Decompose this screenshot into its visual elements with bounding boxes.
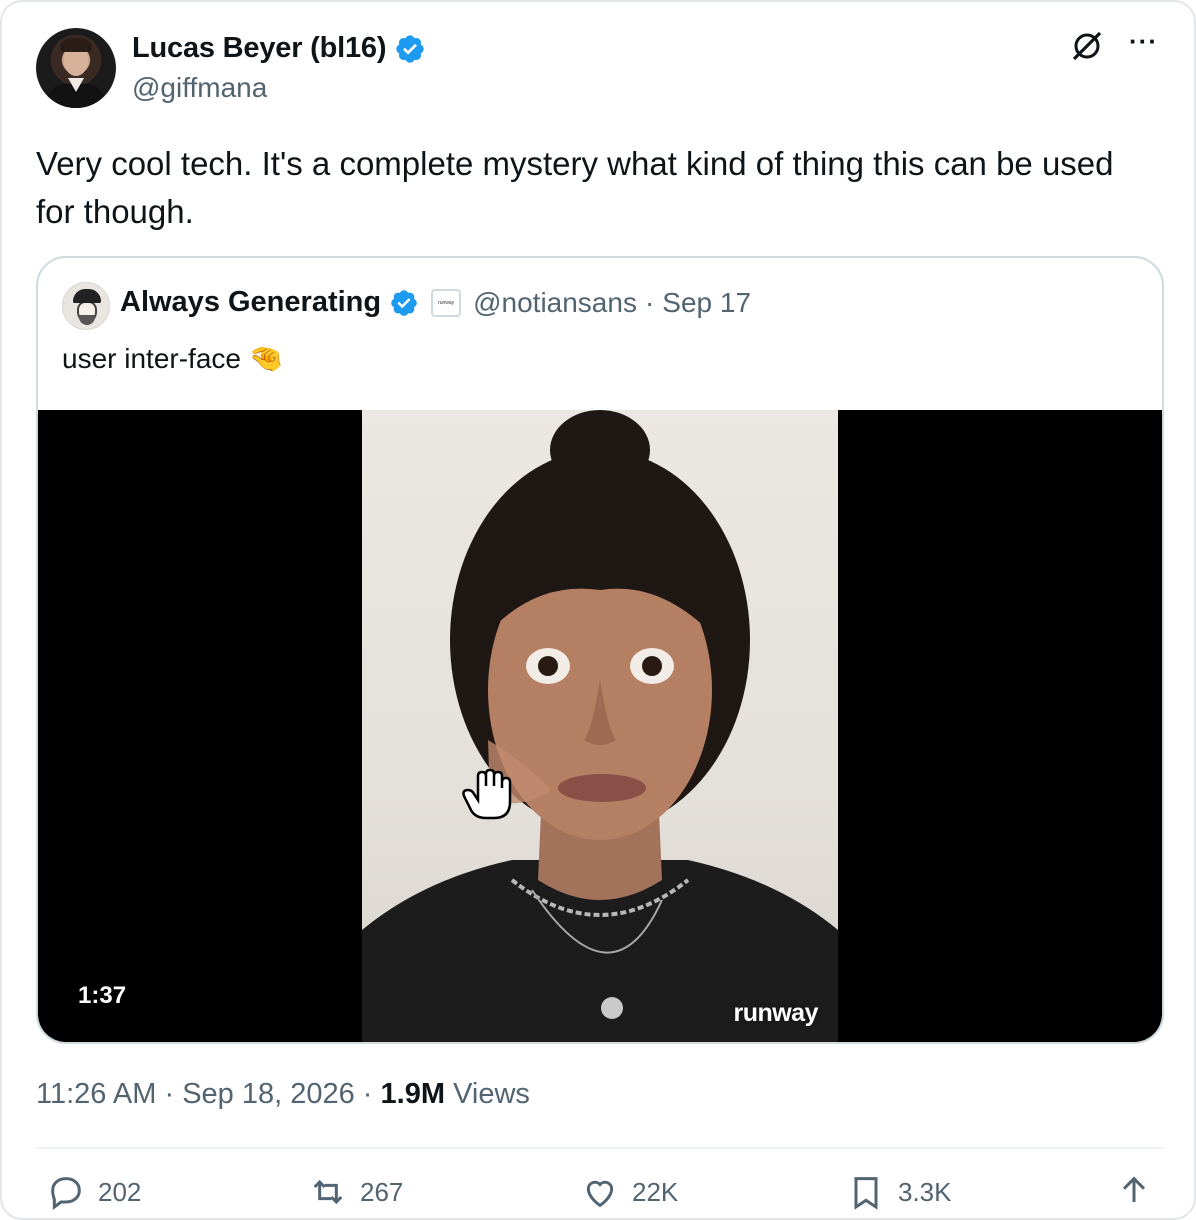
repost-button[interactable]: 267 — [308, 1172, 403, 1212]
top-right-icons: ··· — [1067, 26, 1158, 66]
verified-badge-icon — [391, 289, 417, 316]
quoted-tweet[interactable]: Always Generating runway @notiansans · S… — [36, 256, 1164, 1044]
video-player[interactable]: runway 1:37 — [38, 410, 1162, 1042]
views-label: Views — [453, 1078, 530, 1110]
divider — [36, 1147, 1164, 1149]
video-still-image — [362, 410, 838, 1042]
repost-icon — [313, 1179, 343, 1205]
bookmark-count: 3.3K — [898, 1176, 952, 1207]
quoted-text: user inter-face 🤏 — [62, 343, 284, 374]
tweet-meta: 11:26 AM · Sep 18, 2026 · 1.9M Views — [36, 1078, 530, 1111]
like-button[interactable]: 22K — [580, 1172, 678, 1212]
share-button[interactable] — [1114, 1172, 1154, 1212]
quoted-separator: · — [644, 286, 655, 318]
reply-button[interactable]: 202 — [46, 1172, 141, 1212]
repost-count: 267 — [360, 1176, 404, 1207]
author-name-row: Lucas Beyer (bl16) — [132, 32, 426, 65]
like-icon — [586, 1180, 614, 1208]
quoted-date[interactable]: Sep 17 — [662, 287, 751, 319]
quoted-header: Always Generating runway @notiansans · S… — [120, 286, 751, 319]
tweet-text: Very cool tech. It's a complete mystery … — [36, 145, 1114, 230]
meta-separator: · — [164, 1078, 175, 1110]
share-icon — [1122, 1176, 1146, 1202]
like-count: 22K — [632, 1176, 679, 1207]
reply-icon — [51, 1177, 81, 1210]
action-bar: 202 267 22K 3.3K — [36, 1172, 1164, 1212]
video-frame[interactable]: runway — [362, 410, 838, 1042]
video-duration: 1:37 — [78, 982, 127, 1009]
video-watermark: runway — [733, 999, 818, 1027]
more-options-icon[interactable]: ··· — [1129, 28, 1158, 54]
verified-badge-icon — [396, 34, 424, 63]
author-avatar[interactable] — [36, 28, 116, 108]
quoted-handle[interactable]: @notiansans — [473, 287, 637, 319]
views-count: 1.9M — [380, 1078, 446, 1110]
grok-icon[interactable] — [1067, 26, 1107, 66]
author-handle[interactable]: @giffmana — [132, 72, 267, 104]
tweet-date[interactable]: Sep 18, 2026 — [182, 1078, 355, 1110]
author-name[interactable]: Lucas Beyer (bl16) — [132, 32, 386, 65]
meta-separator: · — [362, 1078, 373, 1110]
quoted-avatar[interactable] — [62, 282, 110, 330]
tweet-card: Lucas Beyer (bl16) @giffmana ··· Very co… — [0, 0, 1196, 1220]
quoted-name[interactable]: Always Generating — [120, 286, 381, 319]
bookmark-button[interactable]: 3.3K — [846, 1172, 952, 1212]
bookmark-icon — [854, 1177, 878, 1210]
tweet-time[interactable]: 11:26 AM — [36, 1078, 156, 1110]
affiliate-badge-icon[interactable]: runway — [431, 288, 462, 317]
reply-count: 202 — [98, 1176, 142, 1207]
